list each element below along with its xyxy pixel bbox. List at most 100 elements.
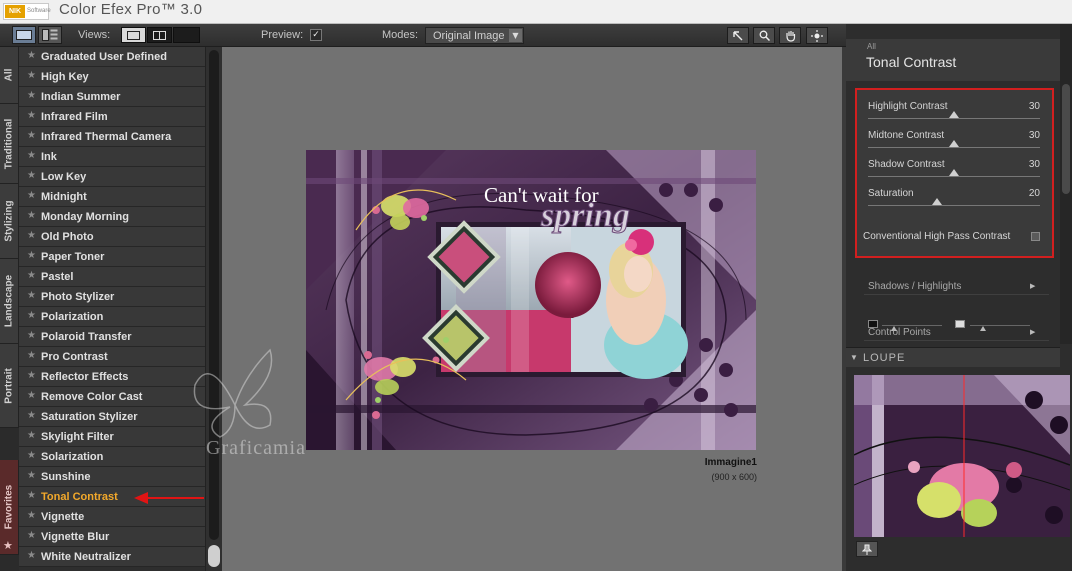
slider-knob[interactable] xyxy=(949,111,959,118)
slider-track[interactable] xyxy=(868,176,1040,177)
favorite-star-icon[interactable]: ★ xyxy=(27,170,36,181)
filter-item[interactable]: ★ Paper Toner xyxy=(19,247,205,267)
tab-portrait[interactable]: Portrait xyxy=(0,344,19,428)
section-control-points[interactable]: Control Points xyxy=(868,327,931,338)
filter-item[interactable]: ★ Skylight Filter xyxy=(19,427,205,447)
scroll-thumb[interactable] xyxy=(208,545,220,567)
slider-highlight-contrast[interactable]: Highlight Contrast 30 xyxy=(857,101,1052,130)
filter-item[interactable]: ★ Graduated User Defined xyxy=(19,47,205,67)
favorite-star-icon[interactable]: ★ xyxy=(27,230,36,241)
highlights-slider-track[interactable] xyxy=(970,325,1030,326)
slider-knob[interactable] xyxy=(931,198,942,205)
conventional-high-pass-checkbox[interactable] xyxy=(1031,232,1040,241)
favorite-star-icon[interactable]: ★ xyxy=(27,470,36,481)
slider-shadow-contrast[interactable]: Shadow Contrast 30 xyxy=(857,159,1052,188)
tab-all[interactable]: All xyxy=(0,47,19,104)
loupe-view[interactable] xyxy=(854,375,1070,537)
filter-item[interactable]: ★ Monday Morning xyxy=(19,207,205,227)
expand-arrow-icon[interactable]: ▶ xyxy=(1030,328,1035,336)
favorite-star-icon[interactable]: ★ xyxy=(27,510,36,521)
filter-item[interactable]: ★ Reflector Effects xyxy=(19,367,205,387)
hand-tool-button[interactable] xyxy=(779,27,801,44)
filter-item[interactable]: ★ Vignette Blur xyxy=(19,527,205,547)
favorite-star-icon[interactable]: ★ xyxy=(27,450,36,461)
filter-item[interactable]: ★ Vignette xyxy=(19,507,205,527)
filter-item[interactable]: ★ Pastel xyxy=(19,267,205,287)
favorite-star-icon[interactable]: ★ xyxy=(27,50,36,61)
favorite-star-icon[interactable]: ★ xyxy=(27,70,36,81)
favorite-star-icon[interactable]: ★ xyxy=(27,130,36,141)
favorite-star-icon[interactable]: ★ xyxy=(27,90,36,101)
pointer-tool-button[interactable] xyxy=(727,27,749,44)
favorite-star-icon[interactable]: ★ xyxy=(27,150,36,161)
favorite-star-icon[interactable]: ★ xyxy=(27,210,36,221)
settings-scrollbar[interactable] xyxy=(1060,24,1072,344)
filter-label: Indian Summer xyxy=(41,91,121,103)
favorite-star-icon[interactable]: ★ xyxy=(27,390,36,401)
filter-item[interactable]: ★ Pro Contrast xyxy=(19,347,205,367)
loupe-header[interactable]: ▼ LOUPE xyxy=(846,347,1060,367)
slider-saturation[interactable]: Saturation 20 xyxy=(857,188,1052,217)
filter-label: Sunshine xyxy=(41,471,91,483)
filter-item[interactable]: ★ Sunshine xyxy=(19,467,205,487)
favorite-star-icon[interactable]: ★ xyxy=(27,110,36,121)
filter-item[interactable]: ★ Old Photo xyxy=(19,227,205,247)
filter-item[interactable]: ★ Photo Stylizer xyxy=(19,287,205,307)
favorite-star-icon[interactable]: ★ xyxy=(27,190,36,201)
filter-list-scrollbar[interactable] xyxy=(205,47,222,571)
filter-item[interactable]: ★ Polaroid Transfer xyxy=(19,327,205,347)
favorite-star-icon[interactable]: ★ xyxy=(27,330,36,341)
filter-item[interactable]: ★ Solarization xyxy=(19,447,205,467)
single-panel-layout-button[interactable] xyxy=(12,26,36,44)
tab-stylizing[interactable]: Stylizing xyxy=(0,184,19,259)
settings-scroll-thumb[interactable] xyxy=(1062,84,1070,194)
modes-dropdown[interactable]: Original Image ▼ xyxy=(425,27,524,44)
filter-item[interactable]: ★ Polarization xyxy=(19,307,205,327)
filter-item[interactable]: ★ Low Key xyxy=(19,167,205,187)
favorite-star-icon[interactable]: ★ xyxy=(27,430,36,441)
divider xyxy=(864,294,1049,295)
highlights-slider-knob[interactable] xyxy=(980,326,986,331)
tab-traditional[interactable]: Traditional xyxy=(0,104,19,184)
favorite-star-icon[interactable]: ★ xyxy=(27,250,36,261)
filter-item[interactable]: ★ Midnight xyxy=(19,187,205,207)
zoom-tool-button[interactable] xyxy=(753,27,775,44)
single-view-button[interactable] xyxy=(121,27,146,43)
favorite-star-icon[interactable]: ★ xyxy=(27,490,36,501)
slider-knob[interactable] xyxy=(949,140,959,147)
preview-canvas[interactable]: Can't wait for spring Immagine1 (900 x 6… xyxy=(222,47,842,571)
favorite-star-icon[interactable]: ★ xyxy=(27,530,36,541)
favorite-star-icon[interactable]: ★ xyxy=(27,350,36,361)
slider-knob[interactable] xyxy=(949,169,959,176)
control-point-tool-button[interactable] xyxy=(806,27,828,44)
filter-item[interactable]: ★ Ink xyxy=(19,147,205,167)
preview-checkbox[interactable]: ✓ xyxy=(310,29,322,41)
single-panel-icon xyxy=(16,30,32,40)
favorite-star-icon[interactable]: ★ xyxy=(27,370,36,381)
side-by-side-view-button[interactable] xyxy=(173,27,200,43)
filter-item[interactable]: ★ White Neutralizer xyxy=(19,547,205,567)
filter-item[interactable]: ★ High Key xyxy=(19,67,205,87)
split-panel-layout-button[interactable] xyxy=(38,26,62,44)
expand-arrow-icon[interactable]: ▶ xyxy=(1030,282,1035,290)
slider-track[interactable] xyxy=(868,205,1040,206)
filter-item[interactable]: ★ Infrared Film xyxy=(19,107,205,127)
favorite-star-icon[interactable]: ★ xyxy=(27,290,36,301)
tab-landscape[interactable]: Landscape xyxy=(0,259,19,344)
slider-midtone-contrast[interactable]: Midtone Contrast 30 xyxy=(857,130,1052,159)
filter-item[interactable]: ★ Infrared Thermal Camera xyxy=(19,127,205,147)
loupe-pin-button[interactable] xyxy=(856,541,878,557)
favorite-star-icon[interactable]: ★ xyxy=(27,550,36,561)
slider-track[interactable] xyxy=(868,147,1040,148)
filter-item[interactable]: ★ Remove Color Cast xyxy=(19,387,205,407)
filter-item[interactable]: ★ Saturation Stylizer xyxy=(19,407,205,427)
slider-label: Saturation xyxy=(868,188,914,199)
favorite-star-icon[interactable]: ★ xyxy=(27,310,36,321)
slider-track[interactable] xyxy=(868,118,1040,119)
filter-item[interactable]: ★ Indian Summer xyxy=(19,87,205,107)
section-shadows-highlights[interactable]: Shadows / Highlights xyxy=(868,281,961,292)
favorite-star-icon[interactable]: ★ xyxy=(27,410,36,421)
split-view-button[interactable] xyxy=(147,27,172,43)
favorite-star-icon[interactable]: ★ xyxy=(27,270,36,281)
conventional-high-pass-option[interactable]: Conventional High Pass Contrast xyxy=(863,230,1049,244)
